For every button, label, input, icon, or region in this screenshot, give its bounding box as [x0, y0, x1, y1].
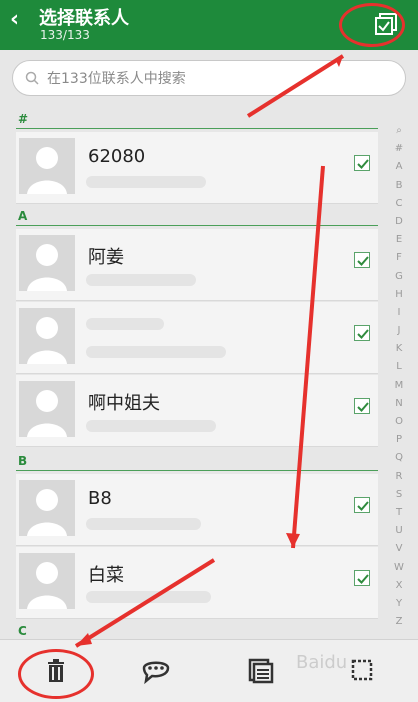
- watermark: Baidu: [296, 652, 348, 673]
- annotation-arrows: [74, 54, 345, 648]
